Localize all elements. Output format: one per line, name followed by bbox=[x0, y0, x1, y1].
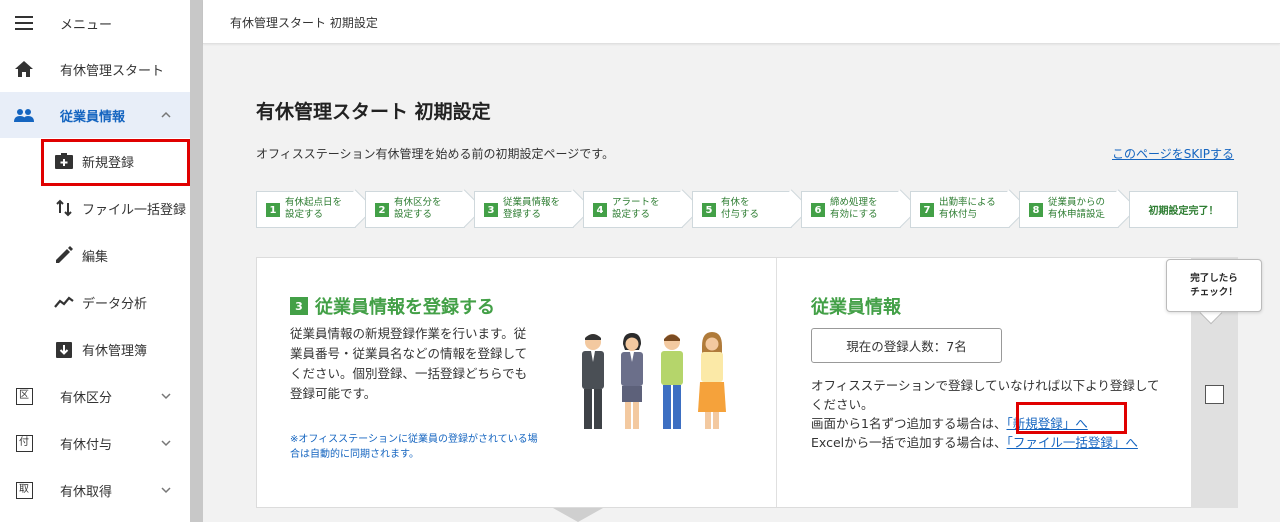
fu-box-icon: 付 bbox=[14, 433, 34, 453]
sidebar-item-data-analysis[interactable]: データ分析 bbox=[0, 279, 190, 325]
hamburger-icon[interactable] bbox=[14, 13, 34, 33]
step-complete-checkbox[interactable] bbox=[1205, 385, 1224, 404]
step-number-badge: 3 bbox=[290, 297, 308, 315]
instruction-prefix: 画面から1名ずつ追加する場合は、 bbox=[811, 416, 1007, 431]
step-label: 従業員からの 有休申請設定 bbox=[1048, 197, 1106, 220]
card-divider bbox=[776, 258, 777, 507]
sidebar-item-edit[interactable]: 編集 bbox=[0, 232, 190, 278]
page-description: オフィスステーション有休管理を始める前の初期設定ページです。 bbox=[256, 147, 615, 161]
sidebar-item-leave-start[interactable]: 有休管理スタート bbox=[0, 46, 190, 92]
chevron-down-icon[interactable] bbox=[160, 437, 172, 449]
sidebar-item-label: 有休管理スタート bbox=[60, 63, 165, 79]
sidebar-item-label: 有休取得 bbox=[60, 484, 113, 500]
step-label: 出勤率による 有休付与 bbox=[939, 197, 996, 220]
check-hint-bubble: 完了したら チェック！ bbox=[1166, 259, 1262, 312]
step-number-badge: 1 bbox=[266, 203, 280, 217]
chevron-down-icon[interactable] bbox=[160, 390, 172, 402]
bubble-line: チェック！ bbox=[1190, 286, 1238, 298]
sidebar-item-file-bulk-registration[interactable]: ファイル一括登録 bbox=[0, 185, 190, 231]
step-number-badge: 2 bbox=[375, 203, 389, 217]
menu-header[interactable]: メニュー bbox=[0, 0, 190, 46]
page-title: 有休管理スタート 初期設定 bbox=[256, 101, 491, 123]
step-title-text: 従業員情報を登録する bbox=[315, 297, 495, 318]
download-doc-icon bbox=[54, 339, 74, 359]
menu-label: メニュー bbox=[60, 17, 113, 33]
step-card: 3 従業員情報を登録する 従業員情報の新規登録作業を行います。従業員番号・従業員… bbox=[256, 257, 1238, 508]
sidebar-item-label: 編集 bbox=[82, 249, 109, 265]
step-label: アラートを 設定する bbox=[612, 197, 660, 220]
setup-steps: 1 有休起点日を 設定する 2 有休区分を 設定する 3 従業員情報を 登録する 4 アラート… bbox=[256, 189, 1238, 228]
step-number-badge: 3 bbox=[484, 203, 498, 217]
people-icon bbox=[14, 105, 34, 125]
sidebar-item-label: 有休付与 bbox=[60, 437, 113, 453]
employee-info-title: 従業員情報 bbox=[811, 297, 901, 318]
step-number-badge: 7 bbox=[920, 203, 934, 217]
instruction-line-bulk: Excelから一括で追加する場合は、「ファイル一括登録」へ bbox=[811, 433, 1171, 452]
highlight-box bbox=[41, 139, 190, 186]
sync-note: ※オフィスステーションに従業員の登録がされている場合は自動的に同期されます。 bbox=[290, 434, 538, 460]
skip-page-link[interactable]: このページをSKIPする bbox=[1112, 145, 1234, 162]
pencil-icon bbox=[54, 245, 74, 265]
trend-icon bbox=[54, 292, 74, 312]
sidebar-item-label: 従業員情報 bbox=[60, 109, 126, 125]
instruction-prefix: Excelから一括で追加する場合は、 bbox=[811, 435, 1007, 450]
highlight-box bbox=[1016, 402, 1127, 434]
file-bulk-registration-link[interactable]: 「ファイル一括登録」へ bbox=[1007, 435, 1138, 450]
sidebar-item-leave-grant[interactable]: 付 有休付与 bbox=[0, 420, 190, 466]
bubble-line: 完了したら bbox=[1190, 272, 1238, 284]
employees-illustration bbox=[582, 332, 726, 429]
step-label: 締め処理を 有効にする bbox=[830, 197, 878, 220]
step-label: 従業員情報を 登録する bbox=[503, 197, 561, 220]
registered-count-text: 現在の登録人数：7名 bbox=[846, 339, 967, 354]
sidebar: メニュー 有休管理スタート 従業員情報 新規登録 ファイル一括登録 編集 データ… bbox=[0, 0, 190, 522]
chevron-down-icon[interactable] bbox=[160, 484, 172, 496]
step-label: 有休起点日を 設定する bbox=[285, 197, 343, 220]
next-step-arrow bbox=[553, 508, 603, 522]
sidebar-scrollbar[interactable] bbox=[190, 0, 203, 522]
step-label: 有休区分を 設定する bbox=[394, 197, 442, 220]
step-number-badge: 6 bbox=[811, 203, 825, 217]
shu-box-icon: 取 bbox=[14, 480, 34, 500]
step-number-badge: 8 bbox=[1029, 203, 1043, 217]
sidebar-item-label: 有休区分 bbox=[60, 390, 113, 406]
sidebar-item-label: データ分析 bbox=[82, 296, 148, 312]
sidebar-item-label: ファイル一括登録 bbox=[82, 202, 187, 218]
home-icon bbox=[14, 59, 34, 79]
step-number-badge: 5 bbox=[702, 203, 716, 217]
ku-box-icon: 区 bbox=[14, 386, 34, 406]
step-label: 有休を 付与する bbox=[721, 197, 760, 220]
step-title: 3 従業員情報を登録する bbox=[290, 293, 495, 319]
topbar-title: 有休管理スタート 初期設定 bbox=[230, 16, 378, 30]
registered-count-box: 現在の登録人数：7名 bbox=[811, 328, 1002, 363]
sidebar-item-leave-register[interactable]: 有休管理簿 bbox=[0, 326, 190, 372]
sidebar-item-leave-category[interactable]: 区 有休区分 bbox=[0, 373, 190, 419]
step-number-badge: 4 bbox=[593, 203, 607, 217]
sidebar-item-label: 有休管理簿 bbox=[82, 343, 148, 359]
sidebar-item-leave-taken[interactable]: 取 有休取得 bbox=[0, 467, 190, 513]
top-bar: 有休管理スタート 初期設定 bbox=[203, 0, 1280, 44]
chevron-up-icon[interactable] bbox=[160, 109, 172, 121]
sort-arrows-icon bbox=[54, 198, 74, 218]
setup-step-final: 初期設定完了！ bbox=[1129, 191, 1238, 228]
sidebar-item-employee-info[interactable]: 従業員情報 bbox=[0, 92, 190, 138]
step-description: 従業員情報の新規登録作業を行います。従業員番号・従業員名などの情報を登録してくだ… bbox=[290, 326, 528, 401]
